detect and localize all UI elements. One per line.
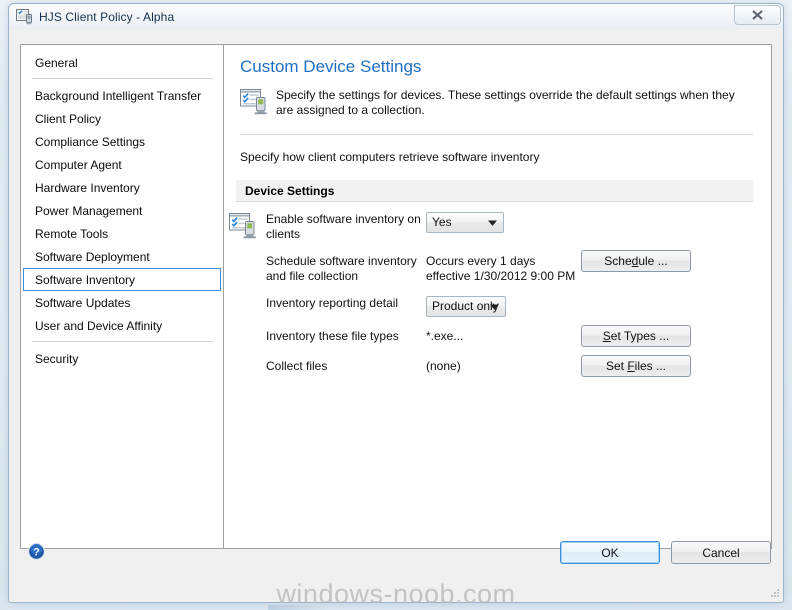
- footer-button-group: OK Cancel: [560, 541, 771, 564]
- taskbar-peek: [268, 605, 328, 610]
- close-icon: [752, 10, 763, 20]
- sidebar-item-power-management[interactable]: Power Management: [23, 199, 221, 222]
- help-icon[interactable]: ?: [27, 542, 46, 561]
- sidebar-item-software-deployment[interactable]: Software Deployment: [23, 245, 221, 268]
- setting-action: Set Files ...: [581, 355, 701, 377]
- panel-description-row: Specify the settings for devices. These …: [240, 88, 753, 120]
- content-region: General Background Intelligent Transfer …: [20, 44, 772, 549]
- page-title: Custom Device Settings: [240, 57, 422, 76]
- set-types-button[interactable]: Set Types ...: [581, 325, 691, 347]
- sidebar-divider-top: [32, 78, 213, 79]
- setting-row-collect-files: Collect files (none) Set Files ...: [236, 355, 771, 377]
- setting-label: Schedule software inventory and file col…: [266, 254, 417, 283]
- cancel-button[interactable]: Cancel: [671, 541, 771, 564]
- sidebar-item-remote-tools[interactable]: Remote Tools: [23, 222, 221, 245]
- setting-row-reporting-detail: Inventory reporting detail Product only: [236, 292, 771, 317]
- device-settings-section-header: Device Settings: [236, 180, 753, 202]
- sidebar-item-hardware-inventory[interactable]: Hardware Inventory: [23, 176, 221, 199]
- sidebar-item-compliance-settings[interactable]: Compliance Settings: [23, 130, 221, 153]
- sidebar-item-software-inventory[interactable]: Software Inventory: [23, 268, 221, 291]
- sidebar-item-user-and-device-affinity[interactable]: User and Device Affinity: [23, 314, 221, 337]
- ok-button[interactable]: OK: [560, 541, 660, 564]
- enable-inventory-dropdown[interactable]: Yes: [426, 212, 504, 233]
- setting-row-schedule: Schedule software inventory and file col…: [236, 250, 771, 284]
- setting-label: Inventory reporting detail: [266, 296, 399, 310]
- window-title: HJS Client Policy - Alpha: [39, 10, 175, 24]
- panel-description: Specify the settings for devices. These …: [276, 88, 735, 117]
- sidebar-item-general[interactable]: General: [23, 51, 221, 74]
- desktop-background: HJS Client Policy - Alpha General Backgr…: [0, 0, 792, 610]
- file-types-value: *.exe...: [426, 329, 464, 343]
- client-area: General Background Intelligent Transfer …: [9, 30, 783, 602]
- sidebar-item-background-intelligent-transfer[interactable]: Background Intelligent Transfer: [23, 84, 221, 107]
- dialog-window: HJS Client Policy - Alpha General Backgr…: [8, 3, 784, 603]
- schedule-value: Occurs every 1 days effective 1/30/2012 …: [426, 254, 576, 283]
- device-settings-list: Enable software inventory on clients Yes: [224, 208, 771, 377]
- panel-divider: [240, 134, 753, 135]
- sidebar-item-client-policy[interactable]: Client Policy: [23, 107, 221, 130]
- section-title: Device Settings: [245, 183, 335, 198]
- settings-detail-panel: Custom Device Settings Specify the setti…: [223, 44, 772, 549]
- client-policy-icon: [16, 9, 33, 25]
- set-files-button[interactable]: Set Files ...: [581, 355, 691, 377]
- device-settings-icon: [240, 89, 267, 120]
- enable-inventory-value: Yes: [432, 215, 452, 229]
- setting-row-file-types: Inventory these file types *.exe... Set …: [236, 325, 771, 347]
- sidebar-divider-bottom: [32, 341, 213, 342]
- reporting-detail-dropdown[interactable]: Product only: [426, 296, 506, 317]
- sidebar-item-software-updates[interactable]: Software Updates: [23, 291, 221, 314]
- setting-label: Enable software inventory on clients: [266, 212, 421, 241]
- dialog-footer: ? OK Cancel: [9, 532, 783, 602]
- title-bar: HJS Client Policy - Alpha: [9, 4, 783, 30]
- chevron-down-icon: [490, 299, 499, 314]
- panel-subtitle: Specify how client computers retrieve so…: [240, 150, 540, 164]
- collect-files-value: (none): [426, 359, 461, 373]
- sidebar-item-security[interactable]: Security: [23, 347, 221, 370]
- device-settings-row-icon: [229, 213, 256, 244]
- resize-grip[interactable]: [768, 587, 780, 599]
- setting-row-enable-inventory: Enable software inventory on clients Yes: [236, 208, 771, 242]
- setting-label: Inventory these file types: [266, 329, 399, 343]
- chevron-down-icon: [488, 215, 497, 230]
- svg-text:?: ?: [33, 547, 40, 559]
- setting-control: Product only: [426, 292, 581, 317]
- sidebar-item-computer-agent[interactable]: Computer Agent: [23, 153, 221, 176]
- schedule-button[interactable]: Schedule ...: [581, 250, 691, 272]
- setting-action: Set Types ...: [581, 325, 701, 347]
- setting-action: Schedule ...: [581, 250, 701, 272]
- reporting-detail-value: Product only: [432, 299, 499, 313]
- close-button[interactable]: [734, 5, 781, 25]
- setting-control: Yes: [426, 208, 581, 233]
- settings-nav-list[interactable]: General Background Intelligent Transfer …: [20, 44, 223, 549]
- setting-label: Collect files: [266, 359, 328, 373]
